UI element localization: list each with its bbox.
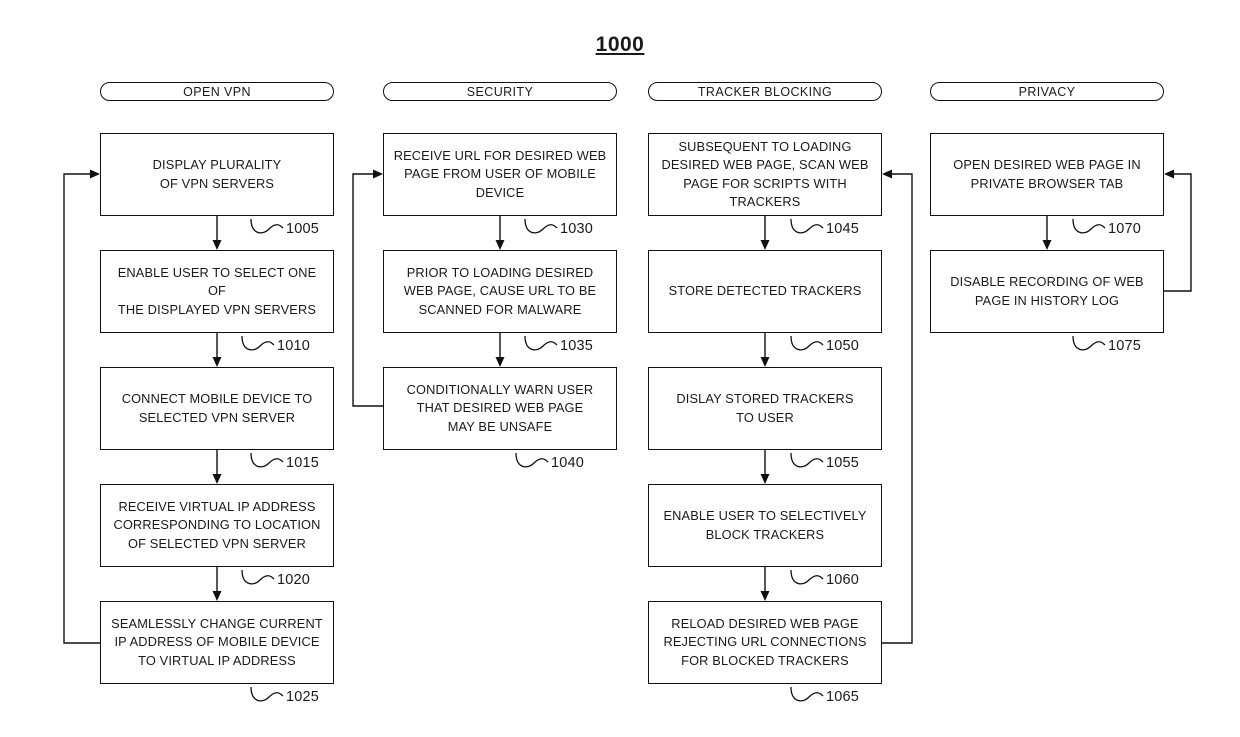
step-box-1025: SEAMLESSLY CHANGE CURRENT IP ADDRESS OF … bbox=[100, 601, 334, 684]
leader-1065 bbox=[790, 686, 824, 702]
feedback-loop-column-tracker-blocking bbox=[882, 169, 913, 644]
step-box-1065: RELOAD DESIRED WEB PAGE REJECTING URL CO… bbox=[648, 601, 882, 684]
step-text: RELOAD DESIRED WEB PAGE REJECTING URL CO… bbox=[663, 616, 867, 668]
step-text: DISABLE RECORDING OF WEB PAGE IN HISTORY… bbox=[950, 274, 1144, 308]
step-box-1020: RECEIVE VIRTUAL IP ADDRESS CORRESPONDING… bbox=[100, 484, 334, 567]
step-box-1060: ENABLE USER TO SELECTIVELY BLOCK TRACKER… bbox=[648, 484, 882, 567]
leader-1055 bbox=[790, 452, 824, 468]
ref-numeral-1025: 1025 bbox=[286, 689, 320, 705]
step-box-1030: RECEIVE URL FOR DESIRED WEB PAGE FROM US… bbox=[383, 133, 617, 216]
step-text: DISLAY STORED TRACKERS TO USER bbox=[676, 391, 854, 425]
column-header-label: TRACKER BLOCKING bbox=[697, 84, 833, 99]
leader-1060 bbox=[790, 569, 824, 585]
step-text: ENABLE USER TO SELECT ONE OF THE DISPLAY… bbox=[117, 265, 317, 317]
step-text: PRIOR TO LOADING DESIRED WEB PAGE, CAUSE… bbox=[403, 265, 597, 317]
ref-numeral-1015: 1015 bbox=[286, 455, 320, 471]
ref-numeral-1070: 1070 bbox=[1108, 221, 1142, 237]
step-text: OPEN DESIRED WEB PAGE IN PRIVATE BROWSER… bbox=[953, 157, 1141, 191]
step-text: DISPLAY PLURALITY OF VPN SERVERS bbox=[152, 157, 282, 191]
step-box-1075: DISABLE RECORDING OF WEB PAGE IN HISTORY… bbox=[930, 250, 1164, 333]
step-text: STORE DETECTED TRACKERS bbox=[668, 283, 862, 299]
arrow-1015-to-1020 bbox=[212, 450, 222, 484]
arrow-1050-to-1055 bbox=[760, 333, 770, 367]
step-text: ENABLE USER TO SELECTIVELY BLOCK TRACKER… bbox=[663, 508, 867, 542]
column-header-label: PRIVACY bbox=[1018, 84, 1076, 99]
step-box-1045: SUBSEQUENT TO LOADING DESIRED WEB PAGE, … bbox=[648, 133, 882, 216]
ref-numeral-1050: 1050 bbox=[826, 338, 860, 354]
step-box-1070: OPEN DESIRED WEB PAGE IN PRIVATE BROWSER… bbox=[930, 133, 1164, 216]
step-box-1040: CONDITIONALLY WARN USER THAT DESIRED WEB… bbox=[383, 367, 617, 450]
step-text: SUBSEQUENT TO LOADING DESIRED WEB PAGE, … bbox=[661, 139, 869, 209]
step-text: SEAMLESSLY CHANGE CURRENT IP ADDRESS OF … bbox=[111, 616, 323, 668]
figure-number: 1000 bbox=[595, 33, 645, 56]
ref-numeral-1040: 1040 bbox=[551, 455, 585, 471]
step-text: CONNECT MOBILE DEVICE TO SELECTED VPN SE… bbox=[121, 391, 313, 425]
step-box-1050: STORE DETECTED TRACKERS bbox=[648, 250, 882, 333]
ref-numeral-1020: 1020 bbox=[277, 572, 311, 588]
arrow-1070-to-1075 bbox=[1042, 216, 1052, 250]
ref-numeral-1065: 1065 bbox=[826, 689, 860, 705]
feedback-loop-column-security bbox=[352, 169, 383, 407]
step-box-1055: DISLAY STORED TRACKERS TO USER bbox=[648, 367, 882, 450]
arrow-1030-to-1035 bbox=[495, 216, 505, 250]
leader-1015 bbox=[250, 452, 284, 468]
ref-numeral-1035: 1035 bbox=[560, 338, 594, 354]
ref-numeral-1030: 1030 bbox=[560, 221, 594, 237]
ref-numeral-1055: 1055 bbox=[826, 455, 860, 471]
arrow-1020-to-1025 bbox=[212, 567, 222, 601]
leader-1040 bbox=[515, 452, 549, 468]
arrow-1005-to-1010 bbox=[212, 216, 222, 250]
leader-1070 bbox=[1072, 218, 1106, 234]
arrow-1035-to-1040 bbox=[495, 333, 505, 367]
column-header-tracker-blocking: TRACKER BLOCKING bbox=[648, 82, 882, 101]
step-box-1010: ENABLE USER TO SELECT ONE OF THE DISPLAY… bbox=[100, 250, 334, 333]
column-header-security: SECURITY bbox=[383, 82, 617, 101]
arrow-1060-to-1065 bbox=[760, 567, 770, 601]
feedback-loop-column-open-vpn bbox=[63, 169, 100, 644]
arrow-1045-to-1050 bbox=[760, 216, 770, 250]
ref-numeral-1045: 1045 bbox=[826, 221, 860, 237]
leader-1075 bbox=[1072, 335, 1106, 351]
patent-flowchart-figure: 1000 OPEN VPN SECURITY TRACKER BLOCKING … bbox=[0, 0, 1240, 737]
step-box-1015: CONNECT MOBILE DEVICE TO SELECTED VPN SE… bbox=[100, 367, 334, 450]
leader-1035 bbox=[524, 335, 558, 351]
step-text: RECEIVE URL FOR DESIRED WEB PAGE FROM US… bbox=[393, 148, 607, 200]
arrow-1010-to-1015 bbox=[212, 333, 222, 367]
feedback-loop-column-privacy bbox=[1164, 169, 1192, 292]
leader-1020 bbox=[241, 569, 275, 585]
ref-numeral-1005: 1005 bbox=[286, 221, 320, 237]
leader-1045 bbox=[790, 218, 824, 234]
leader-1030 bbox=[524, 218, 558, 234]
step-text: RECEIVE VIRTUAL IP ADDRESS CORRESPONDING… bbox=[113, 499, 321, 551]
arrow-1055-to-1060 bbox=[760, 450, 770, 484]
step-box-1005: DISPLAY PLURALITY OF VPN SERVERS bbox=[100, 133, 334, 216]
leader-1050 bbox=[790, 335, 824, 351]
leader-1005 bbox=[250, 218, 284, 234]
column-header-privacy: PRIVACY bbox=[930, 82, 1164, 101]
ref-numeral-1010: 1010 bbox=[277, 338, 311, 354]
step-box-1035: PRIOR TO LOADING DESIRED WEB PAGE, CAUSE… bbox=[383, 250, 617, 333]
column-header-label: SECURITY bbox=[466, 84, 534, 99]
ref-numeral-1075: 1075 bbox=[1108, 338, 1142, 354]
leader-1025 bbox=[250, 686, 284, 702]
step-text: CONDITIONALLY WARN USER THAT DESIRED WEB… bbox=[406, 382, 594, 434]
leader-1010 bbox=[241, 335, 275, 351]
ref-numeral-1060: 1060 bbox=[826, 572, 860, 588]
column-header-label: OPEN VPN bbox=[183, 84, 251, 99]
column-header-open-vpn: OPEN VPN bbox=[100, 82, 334, 101]
